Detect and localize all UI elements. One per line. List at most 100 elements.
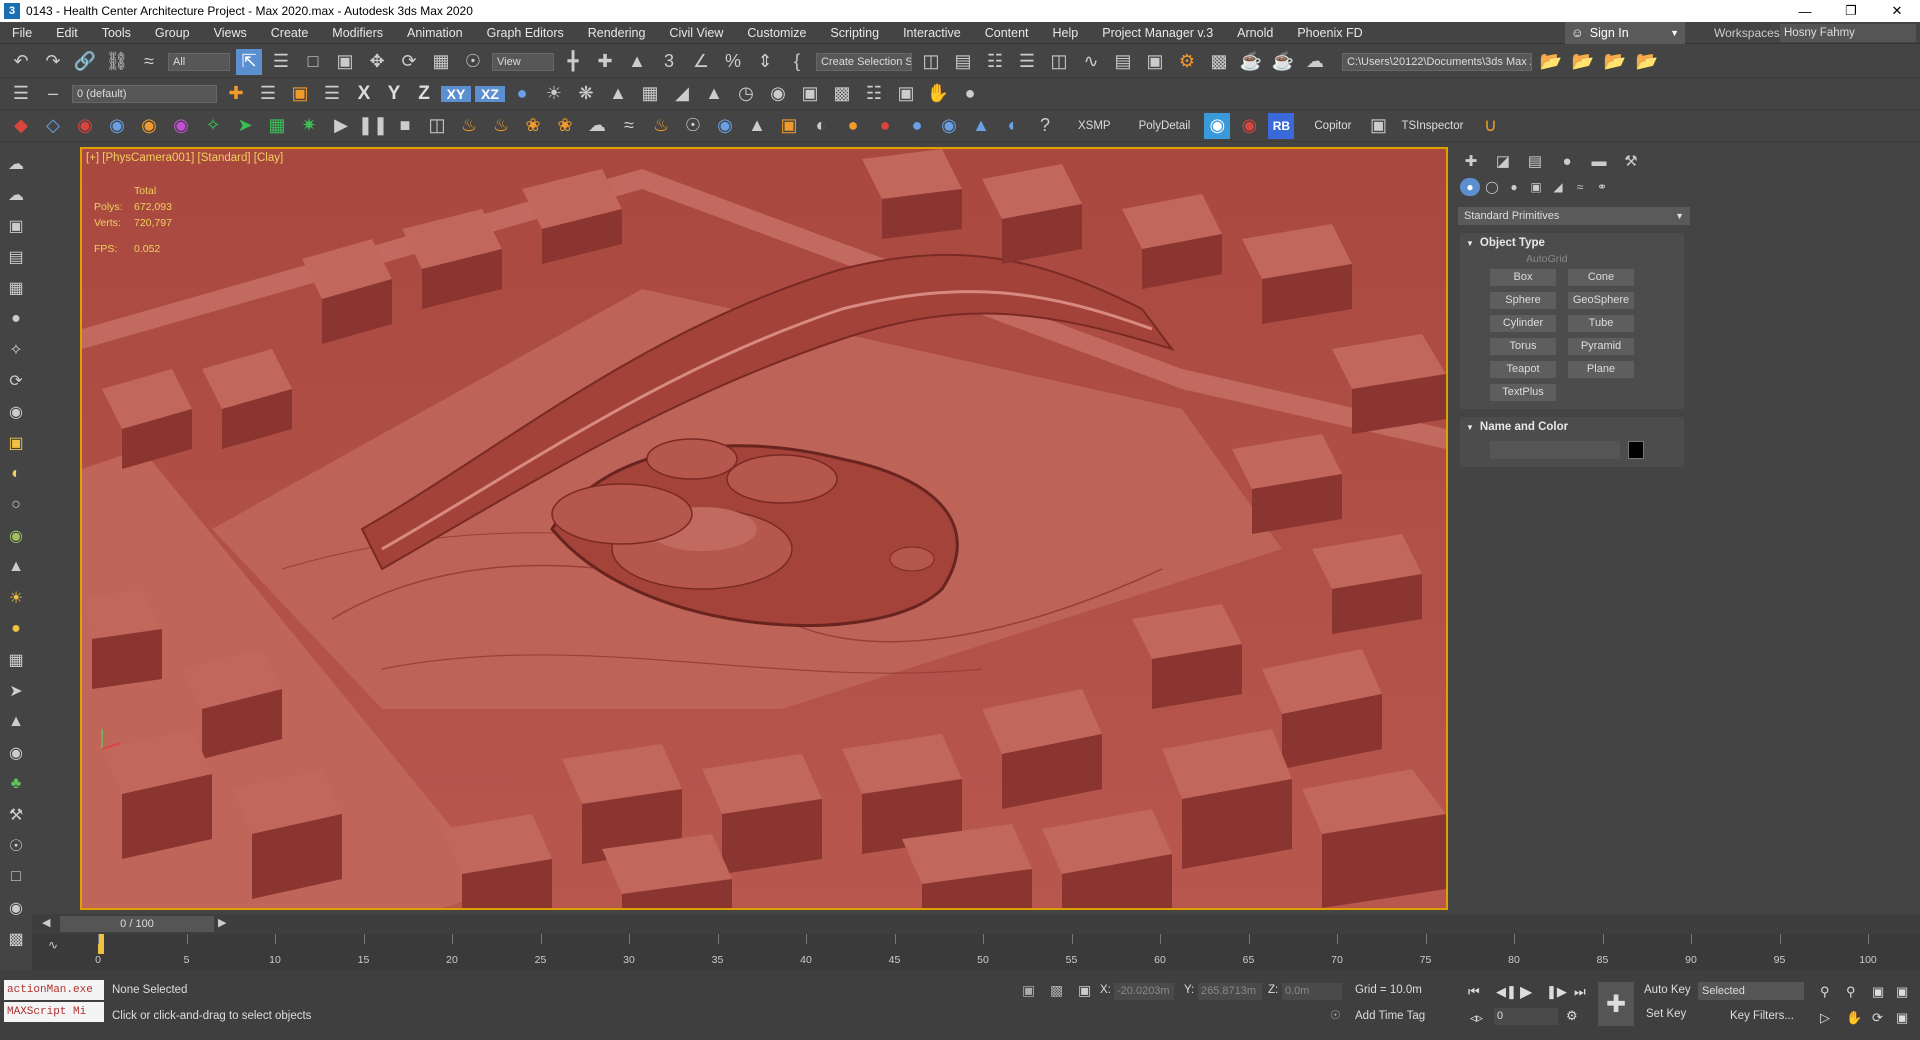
square-left-icon[interactable]: □: [4, 865, 28, 889]
bulb-icon[interactable]: ●: [957, 81, 983, 107]
next-key-icon[interactable]: ❚▶: [1546, 984, 1567, 1000]
zoom-all-icon[interactable]: ⚲: [1846, 984, 1856, 1000]
key-filters-button[interactable]: Key Filters...: [1730, 1010, 1794, 1022]
create-icon[interactable]: ☁: [4, 152, 28, 176]
object-name-field[interactable]: [1490, 441, 1620, 459]
menu-interactive[interactable]: Interactive: [891, 22, 973, 44]
hammer-left-icon[interactable]: ⚒: [4, 803, 28, 827]
pyramid-button[interactable]: Pyramid: [1568, 338, 1634, 355]
render-setup-icon[interactable]: ⚙: [1174, 49, 1200, 75]
set-key-big-icon[interactable]: ✚: [1598, 982, 1634, 1026]
fx-icon[interactable]: ❋: [573, 81, 599, 107]
isolate-selection-icon[interactable]: ▣: [1022, 982, 1035, 999]
green-star-icon[interactable]: ✷: [296, 113, 322, 139]
set-key-button[interactable]: Set Key: [1646, 1008, 1686, 1020]
box-button[interactable]: Box: [1490, 269, 1556, 286]
green-node-icon[interactable]: ✧: [200, 113, 226, 139]
box-left-icon[interactable]: ▣: [4, 431, 28, 455]
menu-phoenix-fd[interactable]: Phoenix FD: [1285, 22, 1374, 44]
schematic-view-icon[interactable]: ▤: [1110, 49, 1136, 75]
geometry-subtab-icon[interactable]: ●: [1460, 178, 1480, 196]
absolute-mode-icon[interactable]: ▣: [1078, 982, 1091, 999]
magnet-icon[interactable]: ∪: [1477, 113, 1503, 139]
zoom-extents-all-icon[interactable]: ▣: [1896, 984, 1908, 1000]
light-icon[interactable]: ●: [509, 81, 535, 107]
axis-x-button[interactable]: X: [351, 83, 377, 105]
curve-editor-icon[interactable]: ∿: [1078, 49, 1104, 75]
add-light-icon[interactable]: ●: [4, 307, 28, 331]
fire-source-icon[interactable]: ♨: [488, 113, 514, 139]
plug-left-icon[interactable]: ➤: [4, 679, 28, 703]
tube-button[interactable]: Tube: [1568, 315, 1634, 332]
display-tab-icon[interactable]: ▬: [1586, 150, 1612, 172]
orange-circle-icon[interactable]: ◉: [136, 113, 162, 139]
maxscript-listener-line2[interactable]: MAXScript Mi: [4, 1002, 104, 1022]
place-icon[interactable]: ☉: [460, 49, 486, 75]
add-time-tag[interactable]: Add Time Tag: [1355, 1010, 1425, 1022]
perspective-viewport[interactable]: [+] [PhysCamera001] [Standard] [Clay] To…: [80, 147, 1448, 910]
pan-icon[interactable]: ✋: [1846, 1010, 1862, 1026]
pivot-center-icon[interactable]: ╋: [560, 49, 586, 75]
menu-tools[interactable]: Tools: [90, 22, 143, 44]
monitor-left-icon[interactable]: ▩: [4, 927, 28, 951]
image-icon[interactable]: ▣: [4, 214, 28, 238]
menu-modifiers[interactable]: Modifiers: [320, 22, 395, 44]
teapot-button[interactable]: Teapot: [1490, 361, 1556, 378]
menu-animation[interactable]: Animation: [395, 22, 475, 44]
select-by-name-icon[interactable]: ☰: [268, 49, 294, 75]
document-icon[interactable]: ▤: [4, 245, 28, 269]
tree-icon[interactable]: ▲: [605, 81, 631, 107]
object-color-swatch[interactable]: [1628, 441, 1644, 459]
help-icon[interactable]: ?: [1032, 113, 1058, 139]
object-type-header[interactable]: ▼ Object Type: [1460, 233, 1684, 253]
sign-in-button[interactable]: ☺ Sign In ▼: [1565, 22, 1685, 44]
move-icon[interactable]: ✥: [364, 49, 390, 75]
spiral-left-icon[interactable]: ☉: [4, 834, 28, 858]
scale-icon[interactable]: ▦: [428, 49, 454, 75]
sphere-button[interactable]: Sphere: [1490, 292, 1556, 309]
key-mode-dropdown[interactable]: Selected: [1698, 982, 1804, 1000]
track-bar[interactable]: ∿ 0 5 10 15 20 25 30 35 40 45 50 55 60 65 70 75 80 85 90 95…: [32, 934, 1920, 970]
select-manipulate-icon[interactable]: ✚: [592, 49, 618, 75]
plane-button[interactable]: Plane: [1568, 361, 1634, 378]
hand-icon[interactable]: ✋: [925, 81, 951, 107]
foam-icon[interactable]: ▲: [968, 113, 994, 139]
hemisphere-icon[interactable]: ◐: [4, 462, 28, 486]
go-to-start-icon[interactable]: ⏮: [1468, 984, 1480, 1000]
torus-left-icon[interactable]: ◉: [4, 524, 28, 548]
snaps-toggle-icon[interactable]: 3: [656, 49, 682, 75]
autogrid-checkbox[interactable]: AutoGrid: [1460, 253, 1684, 269]
time-slider[interactable]: 0 / 100: [60, 916, 214, 932]
axis-xz-button[interactable]: XZ: [475, 85, 505, 102]
zoom-icon[interactable]: ⚲: [1820, 984, 1830, 1000]
zoom-extents-icon[interactable]: ▣: [1872, 984, 1884, 1000]
lock-selection-icon[interactable]: ▩: [1050, 982, 1063, 999]
next-frame-icon[interactable]: ▶: [218, 916, 226, 929]
axis-z-button[interactable]: Z: [411, 83, 437, 105]
curve-editor-mini-icon[interactable]: ∿: [48, 938, 58, 952]
cone-left-icon[interactable]: ▲: [4, 555, 28, 579]
angle-snap-icon[interactable]: ∠: [688, 49, 714, 75]
textplus-button[interactable]: TextPlus: [1490, 384, 1556, 401]
vortex-icon[interactable]: ☉: [680, 113, 706, 139]
cameras-subtab-icon[interactable]: ▣: [1526, 178, 1546, 196]
key-mode-icon[interactable]: ◃▹: [1470, 1010, 1483, 1026]
add-to-layer-icon[interactable]: ✚: [223, 81, 249, 107]
rotate-left-icon[interactable]: ⟳: [4, 369, 28, 393]
workspaces-dropdown[interactable]: Hosny Fahmy: [1780, 24, 1916, 42]
table-icon[interactable]: ▦: [4, 276, 28, 300]
cone-button[interactable]: Cone: [1568, 269, 1634, 286]
lamp-icon[interactable]: ▲: [701, 81, 727, 107]
sphere-red-icon[interactable]: ◉: [72, 113, 98, 139]
time-config-icon[interactable]: ⚙: [1566, 1008, 1578, 1024]
menu-help[interactable]: Help: [1041, 22, 1091, 44]
play-icon[interactable]: ▶: [328, 113, 354, 139]
menu-scripting[interactable]: Scripting: [818, 22, 891, 44]
sun-left-icon[interactable]: ☀: [4, 586, 28, 610]
nodes-icon[interactable]: ☷: [861, 81, 887, 107]
spacewarps-subtab-icon[interactable]: ≈: [1570, 178, 1590, 196]
inspector-icon[interactable]: ▣: [1365, 113, 1391, 139]
viewport-label[interactable]: [+] [PhysCamera001] [Standard] [Clay]: [86, 152, 283, 164]
maximize-viewport-icon[interactable]: ▣: [1896, 1010, 1908, 1026]
layers-menu-icon[interactable]: ☰: [8, 81, 34, 107]
